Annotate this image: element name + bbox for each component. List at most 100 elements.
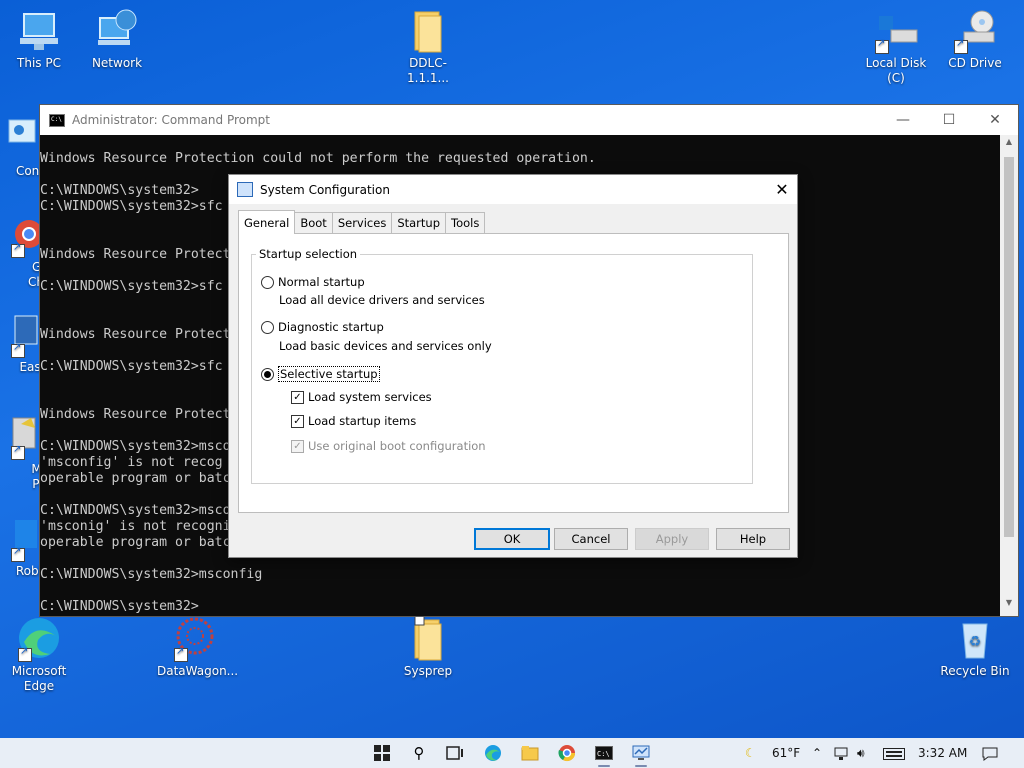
easyb-icon — [0, 312, 41, 358]
tab-tools[interactable]: Tools — [445, 212, 486, 234]
recycle-bin-icon: ♻ — [952, 616, 998, 662]
folder-icon — [405, 8, 451, 54]
radio-button[interactable] — [261, 275, 274, 289]
search-button[interactable]: ⚲ — [401, 738, 437, 768]
svg-text:C:\: C:\ — [597, 750, 610, 758]
load-startup-items-checkbox[interactable]: ✓ Load startup items — [291, 414, 416, 428]
ok-button[interactable]: OK — [474, 528, 550, 550]
moon-icon: ☾ — [745, 746, 756, 760]
task-view-icon — [446, 746, 463, 760]
syscfg-titlebar[interactable]: System Configuration ✕ — [229, 175, 797, 204]
cmd-titlebar[interactable]: Administrator: Command Prompt — ☐ ✕ — [40, 105, 1018, 135]
checkmark-icon[interactable]: ✓ — [291, 414, 304, 428]
shortcut-arrow-icon — [11, 342, 25, 358]
scroll-down-icon[interactable]: ▼ — [1000, 598, 1018, 614]
apply-button: Apply — [635, 528, 709, 550]
scroll-thumb[interactable] — [1004, 157, 1014, 537]
diagnostic-startup-desc: Load basic devices and services only — [279, 339, 492, 353]
normal-startup-desc: Load all device drivers and services — [279, 293, 485, 307]
network-icon — [94, 8, 140, 54]
tab-startup[interactable]: Startup — [391, 212, 446, 234]
close-icon[interactable]: ✕ — [767, 180, 797, 199]
svg-text:♻: ♻ — [969, 634, 982, 650]
cmd-taskbar-button[interactable]: C:\ — [586, 738, 622, 768]
network-tray-icon[interactable] — [834, 738, 850, 768]
sysprep-folder[interactable]: Sysprep — [390, 615, 466, 679]
normal-startup-radio[interactable]: Normal startup — [261, 275, 365, 289]
chrome-icon — [0, 212, 43, 258]
selective-startup-radio[interactable]: Selective startup — [261, 366, 380, 382]
use-original-boot-checkbox: ✓ Use original boot configuration — [291, 439, 486, 453]
scroll-up-icon[interactable]: ▲ — [1000, 137, 1018, 153]
edge-taskbar-button[interactable] — [475, 738, 511, 768]
msconfig-taskbar-button[interactable] — [623, 738, 659, 768]
shortcut-arrow-icon — [11, 242, 25, 258]
system-configuration-dialog[interactable]: System Configuration ✕ General Boot Serv… — [228, 174, 798, 558]
drive-icon — [873, 8, 919, 54]
taskbar: ⚲ C:\ ☾ 61°F ⌃ 🔊︎ 3:32 AM — [0, 738, 1024, 768]
tab-services[interactable]: Services — [331, 212, 393, 234]
local-disk-shortcut[interactable]: Local Disk (C) — [858, 8, 934, 86]
console-line: C:\WINDOWS\system32>msconfig — [40, 567, 263, 582]
shortcut-arrow-icon — [11, 546, 25, 562]
console-line: Windows Resource Protection could not pe… — [40, 151, 596, 166]
recycle-bin-shortcut[interactable]: ♻ Recycle Bin — [937, 616, 1013, 679]
windows-logo-icon — [374, 745, 390, 761]
radio-button-selected[interactable] — [261, 367, 274, 381]
ddlc-folder[interactable]: DDLC-1.1.1... — [390, 8, 466, 86]
this-pc-shortcut[interactable]: This PC — [1, 8, 77, 71]
notifications-icon[interactable] — [982, 738, 998, 768]
msconfig-icon — [632, 745, 650, 760]
tab-general[interactable]: General — [238, 210, 296, 234]
checkmark-icon: ✓ — [291, 439, 304, 453]
shortcut-arrow-icon — [954, 38, 968, 54]
temperature-label[interactable]: 61°F — [772, 738, 800, 768]
start-button[interactable] — [364, 738, 400, 768]
keyboard-icon[interactable] — [883, 738, 905, 768]
radio-button[interactable] — [261, 320, 274, 334]
network-shortcut[interactable]: Network — [79, 8, 155, 71]
computer-icon — [16, 8, 62, 54]
tab-bar: General Boot Services Startup Tools — [238, 210, 486, 234]
show-hidden-icons-chevron-icon[interactable]: ⌃ — [812, 738, 822, 768]
minimize-button[interactable]: — — [880, 105, 926, 135]
search-icon: ⚲ — [413, 744, 425, 762]
folder-icon — [521, 746, 539, 761]
general-tab-panel: Startup selection Normal startup Load al… — [238, 233, 789, 513]
diagnostic-startup-radio[interactable]: Diagnostic startup — [261, 320, 384, 334]
tab-boot[interactable]: Boot — [294, 212, 333, 234]
datawagon-shortcut[interactable]: DataWagon... — [157, 616, 238, 679]
chrome-taskbar-button[interactable] — [549, 738, 585, 768]
chrome-icon — [558, 745, 576, 762]
shortcut-arrow-icon — [875, 38, 889, 54]
shortcut-arrow-icon — [11, 444, 25, 460]
cmd-icon: C:\ — [595, 746, 613, 760]
cmd-icon — [49, 113, 65, 127]
console-scrollbar[interactable]: ▲ ▼ — [1000, 135, 1018, 616]
datawagon-icon — [172, 616, 218, 662]
minitool-icon — [0, 414, 41, 460]
shortcut-arrow-icon — [18, 646, 32, 662]
folder-icon — [405, 615, 451, 662]
maximize-button[interactable]: ☐ — [926, 105, 972, 135]
startup-selection-label: Startup selection — [259, 247, 358, 261]
startup-selection-group: Startup selection Normal startup Load al… — [251, 247, 753, 484]
close-button[interactable]: ✕ — [972, 105, 1018, 135]
console-line: C:\WINDOWS\system32> — [40, 599, 199, 614]
clock-label[interactable]: 3:32 AM — [918, 738, 967, 768]
edge-icon — [485, 745, 501, 761]
edge-icon — [16, 616, 62, 662]
help-button[interactable]: Help — [716, 528, 790, 550]
weather-widget[interactable]: ☾ — [745, 738, 756, 768]
task-view-button[interactable] — [437, 738, 473, 768]
cancel-button[interactable]: Cancel — [554, 528, 628, 550]
checkmark-icon[interactable]: ✓ — [291, 390, 304, 404]
volume-icon[interactable]: 🔊︎ — [857, 738, 865, 768]
file-explorer-button[interactable] — [512, 738, 548, 768]
syscfg-title: System Configuration — [260, 182, 390, 197]
load-system-services-checkbox[interactable]: ✓ Load system services — [291, 390, 432, 404]
edge-shortcut[interactable]: MicrosoftEdge — [1, 616, 77, 694]
control-panel-icon — [0, 116, 41, 162]
cd-drive-shortcut[interactable]: CD Drive — [937, 8, 1013, 71]
